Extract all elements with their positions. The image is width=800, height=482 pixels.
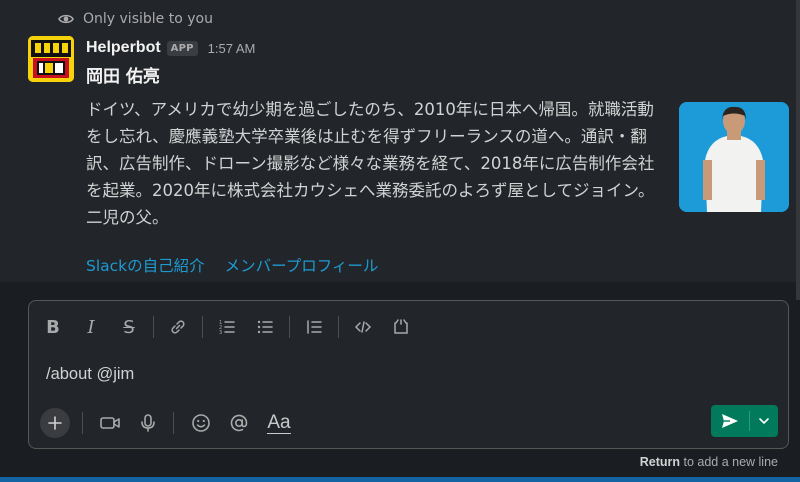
ordered-list-icon[interactable]: 123 [213,313,241,341]
bold-icon[interactable]: B [39,313,67,341]
italic-icon[interactable]: I [77,313,105,341]
text-format-label: Aa [267,411,291,434]
person-name: 岡田 佑亮 [86,67,160,87]
send-icon[interactable] [711,405,749,437]
actions-divider [82,412,83,434]
toolbar-divider [338,316,339,338]
avatar[interactable] [28,36,74,82]
blockquote-icon[interactable] [300,313,328,341]
visibility-text: Only visible to you [83,11,213,27]
message-header: Helperbot APP 1:57 AM [86,37,255,59]
strikethrough-icon[interactable]: S [115,313,143,341]
svg-text:3: 3 [219,330,222,336]
hint-key: Return [639,455,680,469]
timestamp[interactable]: 1:57 AM [208,41,256,56]
mention-icon[interactable] [226,409,252,437]
bottom-accent-bar [0,477,800,482]
bio-text: ドイツ、アメリカで幼少期を過ごしたのち、2010年に日本へ帰国。就職活動をし忘れ… [86,100,655,227]
toolbar-divider [153,316,154,338]
visibility-note: Only visible to you [58,10,213,28]
newline-hint: Return to add a new line [640,455,778,469]
link-row: Slackの自己紹介 メンバープロフィール [86,254,378,276]
code-icon[interactable] [349,313,377,341]
app-badge: APP [166,40,198,56]
message-input[interactable]: /about @jim [46,365,746,384]
eye-icon [58,14,74,24]
message-composer: B I S 123 /about @jim Aa [28,300,789,449]
hint-text: to add a new line [680,455,778,469]
microphone-icon[interactable] [135,409,161,437]
profile-photo [679,102,789,212]
sender-name[interactable]: Helperbot [86,39,161,57]
message-area: Only visible to you Helperbot APP 1:57 A… [0,0,800,282]
member-profile-link[interactable]: メンバープロフィール [225,254,379,276]
text-format-button[interactable]: Aa [264,409,294,437]
plus-icon[interactable] [40,408,70,438]
self-intro-link[interactable]: Slackの自己紹介 [86,254,205,276]
toolbar-divider [289,316,290,338]
composer-actions: Aa [40,407,306,439]
emoji-icon[interactable] [188,409,214,437]
bulleted-list-icon[interactable] [251,313,279,341]
code-block-icon[interactable] [387,313,415,341]
toolbar-divider [202,316,203,338]
send-button-group [711,405,778,437]
scrollbar[interactable] [796,0,800,300]
actions-divider [173,412,174,434]
helperbot-logo [28,36,74,82]
chevron-down-icon[interactable] [750,405,778,437]
link-icon[interactable] [164,313,192,341]
video-icon[interactable] [97,409,123,437]
format-toolbar: B I S 123 [39,313,425,341]
